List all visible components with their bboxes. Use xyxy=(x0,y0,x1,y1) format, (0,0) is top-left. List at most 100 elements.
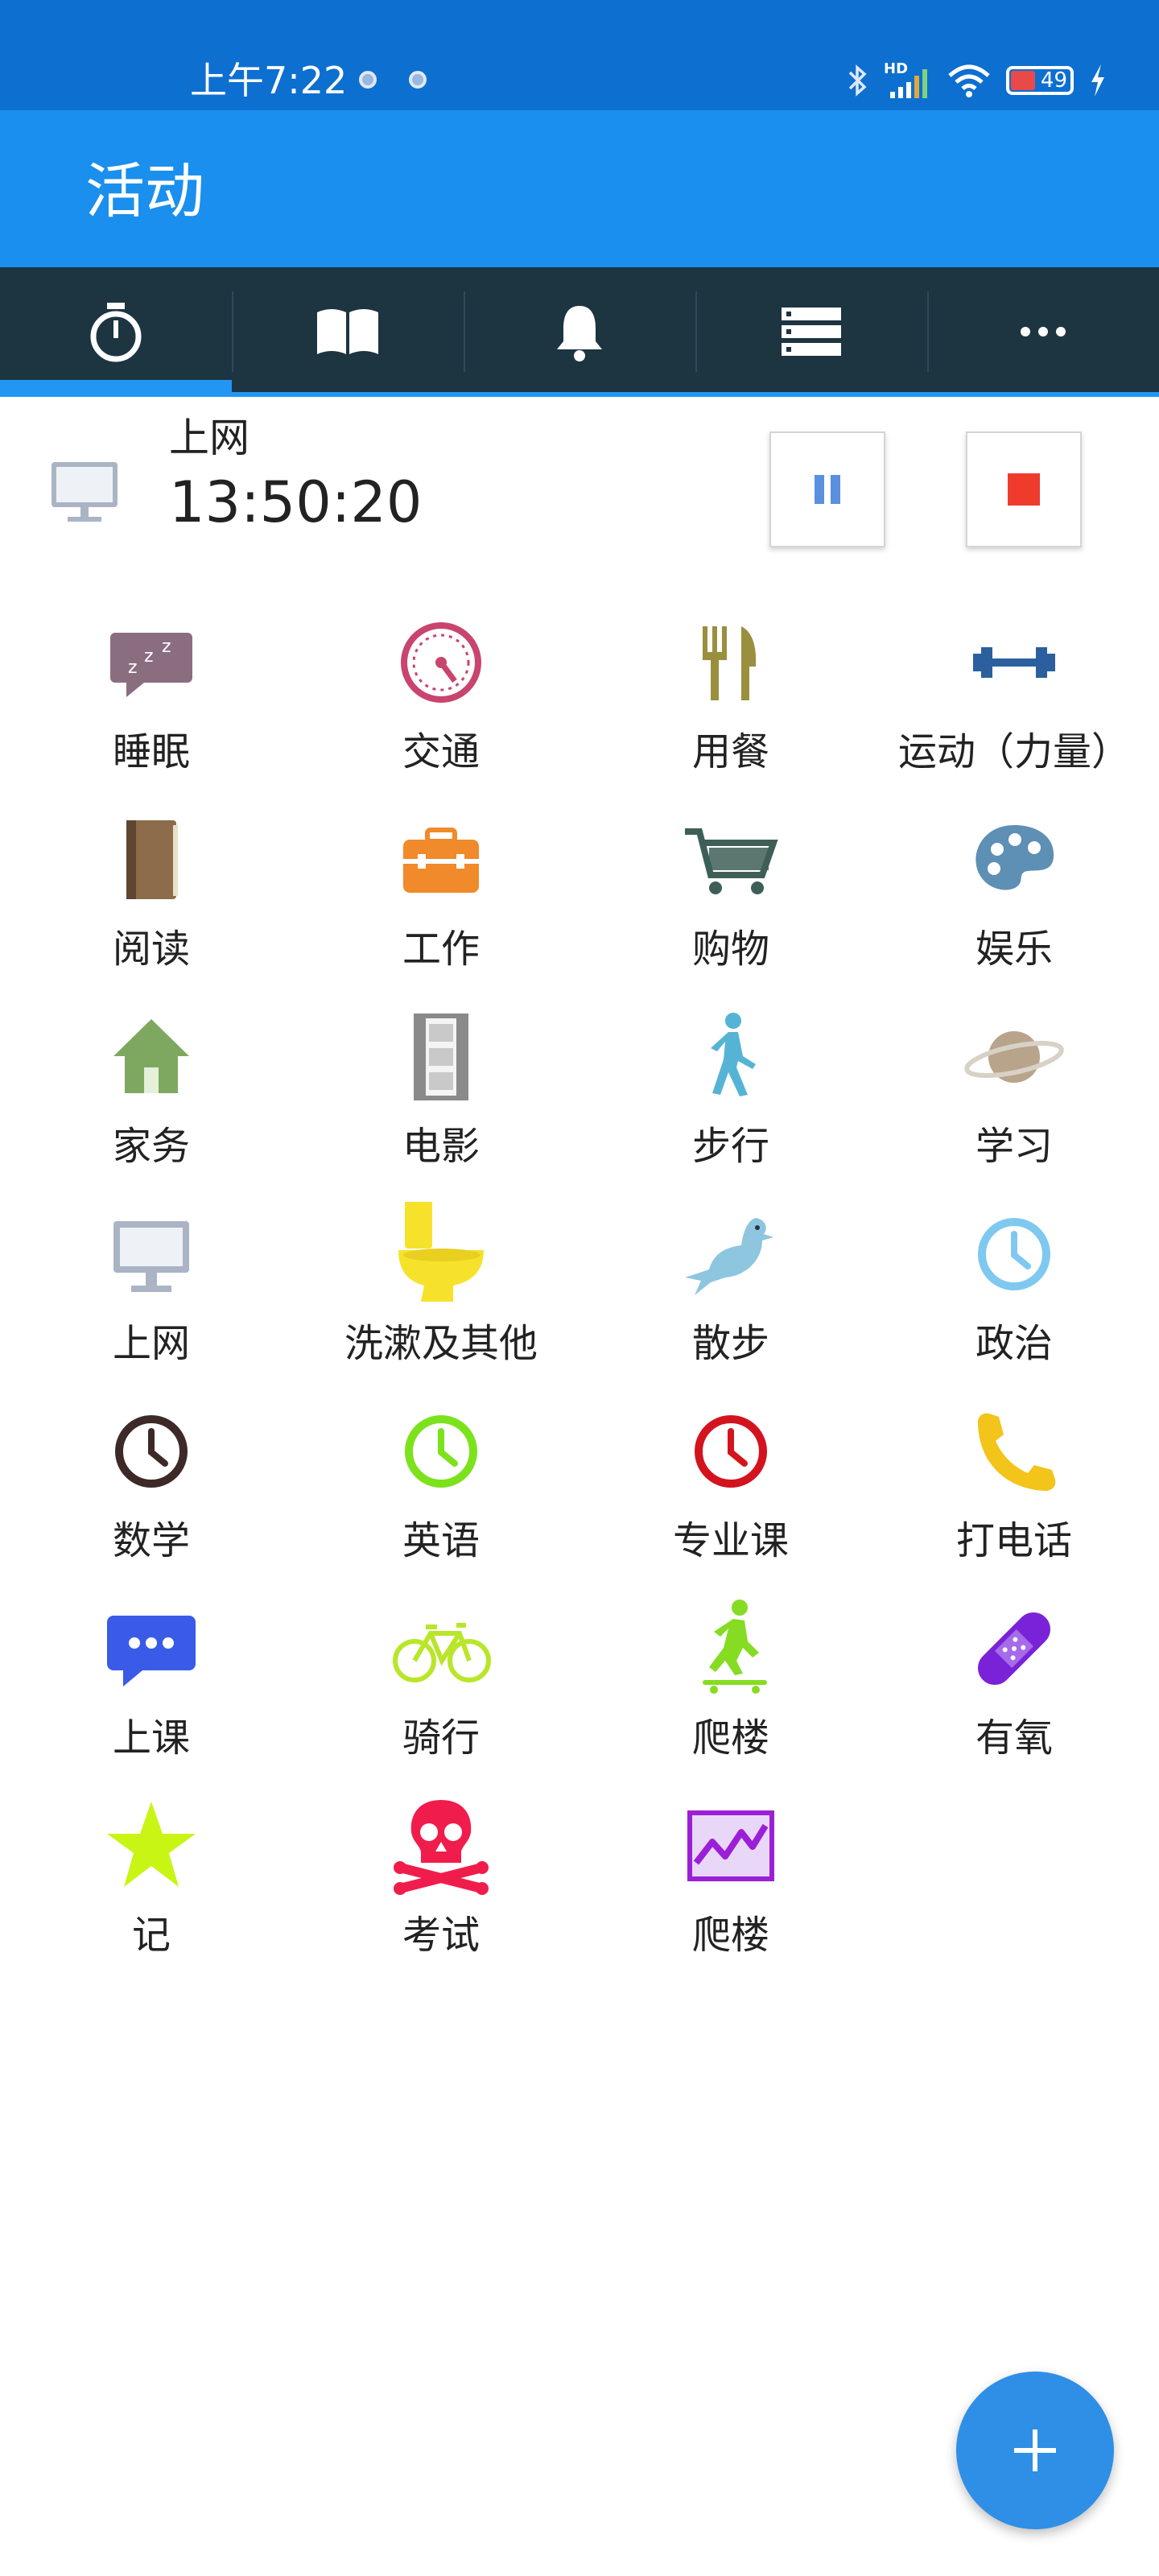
activity-item[interactable]: 散步 xyxy=(586,1187,876,1385)
activity-item[interactable]: 上网 xyxy=(6,1187,296,1385)
activity-item[interactable]: 记 xyxy=(6,1779,296,1976)
activity-label: 步行 xyxy=(691,1124,769,1169)
activity-label: 用餐 xyxy=(691,729,769,774)
activity-item[interactable]: 打电话 xyxy=(869,1385,1159,1582)
svg-text:z: z xyxy=(144,646,154,667)
more-icon xyxy=(1021,327,1066,336)
pigeon-icon xyxy=(678,1202,783,1307)
activity-item[interactable]: 用餐 xyxy=(586,596,876,793)
phone-icon xyxy=(962,1399,1066,1504)
activity-label: 学习 xyxy=(975,1124,1053,1169)
activity-item[interactable]: 洗漱及其他 xyxy=(296,1187,586,1385)
svg-text:z: z xyxy=(128,658,138,678)
bell-icon xyxy=(557,306,602,361)
activity-item[interactable]: 有氧 xyxy=(869,1582,1159,1779)
activity-item[interactable]: 交通 xyxy=(296,596,586,793)
activity-label: 上网 xyxy=(112,1321,190,1366)
battery-level: 49 xyxy=(1040,68,1067,93)
clock-icon xyxy=(962,1202,1066,1307)
activity-item[interactable]: 运动（力量） xyxy=(869,596,1159,793)
page-title: 活动 xyxy=(85,157,204,226)
tab-list[interactable] xyxy=(695,267,927,396)
activity-item[interactable]: 数学 xyxy=(6,1385,296,1582)
activity-item[interactable]: 家务 xyxy=(6,990,296,1187)
pause-icon xyxy=(815,475,840,504)
current-activity: 上网 13:50:20 xyxy=(0,402,1159,564)
star-icon xyxy=(99,1794,204,1898)
activity-item[interactable]: z z z 睡眠 xyxy=(6,596,296,793)
status-time: 上午7:22 xyxy=(190,59,348,102)
monitor-icon xyxy=(99,1202,204,1307)
activity-item[interactable]: 学习 xyxy=(869,990,1159,1187)
speedometer-icon xyxy=(389,610,493,715)
activity-label: 娱乐 xyxy=(975,927,1053,972)
activity-label: 洗漱及其他 xyxy=(344,1321,538,1366)
monitor-icon xyxy=(50,460,119,525)
activity-label: 打电话 xyxy=(955,1518,1072,1563)
bandage-icon xyxy=(962,1596,1066,1701)
sleep-icon: z z z xyxy=(99,610,204,715)
current-activity-timer: 13:50:20 xyxy=(169,469,423,535)
tab-active-indicator xyxy=(0,380,232,396)
activity-item[interactable]: 娱乐 xyxy=(869,793,1159,990)
activity-label: 散步 xyxy=(691,1321,769,1366)
clock-icon xyxy=(99,1399,204,1504)
planet-icon xyxy=(962,1005,1066,1109)
activity-item[interactable]: 考试 xyxy=(296,1779,586,1976)
activity-item[interactable]: 英语 xyxy=(296,1385,586,1582)
palette-icon xyxy=(962,807,1066,912)
book-icon xyxy=(99,807,204,912)
activity-item[interactable]: 爬楼 xyxy=(586,1582,876,1779)
activity-label: 家务 xyxy=(112,1124,190,1169)
activity-item[interactable]: 购物 xyxy=(586,793,876,990)
stop-icon xyxy=(1008,473,1040,506)
stop-button[interactable] xyxy=(966,431,1082,547)
activity-label: 阅读 xyxy=(112,927,190,972)
film-icon xyxy=(389,1005,493,1109)
bicycle-icon xyxy=(389,1596,493,1701)
house-icon xyxy=(99,1005,204,1109)
add-activity-button[interactable] xyxy=(956,2372,1114,2529)
activity-item[interactable]: 工作 xyxy=(296,793,586,990)
activity-label: 爬楼 xyxy=(691,1715,769,1761)
chat-icon xyxy=(99,1596,204,1701)
activity-label: 考试 xyxy=(402,1913,480,1958)
activity-label: 有氧 xyxy=(975,1715,1053,1761)
notification-dot-icon xyxy=(409,71,427,89)
activity-label: 电影 xyxy=(402,1124,480,1169)
book-icon xyxy=(317,309,378,354)
activity-label: 专业课 xyxy=(672,1518,789,1563)
activity-item[interactable]: 爬楼 xyxy=(586,1779,876,1976)
activity-item[interactable]: 电影 xyxy=(296,990,586,1187)
battery-icon: 49 xyxy=(1006,66,1074,95)
plus-icon xyxy=(1014,2429,1056,2471)
fork-knife-icon xyxy=(678,610,783,715)
tab-reminders[interactable] xyxy=(464,267,695,396)
activity-label: 记 xyxy=(131,1913,171,1958)
walk-icon xyxy=(678,1005,783,1109)
cart-icon xyxy=(678,807,783,912)
briefcase-icon xyxy=(389,807,493,912)
tab-more[interactable] xyxy=(927,267,1159,396)
activity-item[interactable]: 政治 xyxy=(869,1187,1159,1385)
tab-timer[interactable] xyxy=(0,267,232,396)
list-icon xyxy=(782,308,841,356)
pause-button[interactable] xyxy=(769,431,885,547)
clock-icon xyxy=(678,1399,783,1504)
charging-icon xyxy=(1091,64,1104,97)
activity-item[interactable]: 专业课 xyxy=(586,1385,876,1582)
dumbbell-icon xyxy=(962,610,1066,715)
tab-bar xyxy=(0,267,1159,396)
signal-icon: HD xyxy=(884,61,932,100)
activity-label: 爬楼 xyxy=(691,1913,769,1958)
activity-label: 英语 xyxy=(402,1518,480,1563)
activity-item[interactable]: 阅读 xyxy=(6,793,296,990)
tab-records[interactable] xyxy=(232,267,464,396)
svg-text:z: z xyxy=(162,637,171,657)
activity-label: 上课 xyxy=(112,1715,190,1761)
stopwatch-icon xyxy=(90,303,142,362)
activity-item[interactable]: 步行 xyxy=(586,990,876,1187)
activity-item[interactable]: 上课 xyxy=(6,1582,296,1779)
activity-label: 运动（力量） xyxy=(897,729,1130,774)
activity-item[interactable]: 骑行 xyxy=(296,1582,586,1779)
